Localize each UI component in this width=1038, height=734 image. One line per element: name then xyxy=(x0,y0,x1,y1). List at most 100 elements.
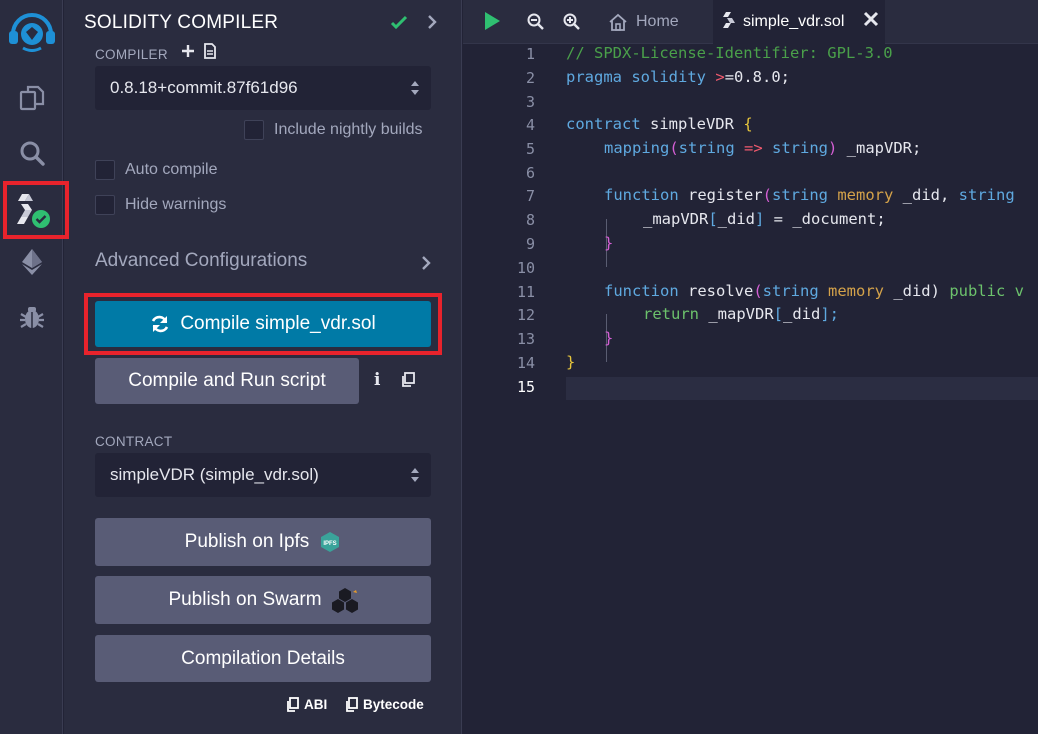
code-line-4: contract simpleVDR { xyxy=(566,115,753,133)
include-nightly-checkbox[interactable] xyxy=(244,120,264,140)
remix-ide: SOLIDITY COMPILER COMPILER 0.8.18+commit… xyxy=(0,0,1038,734)
code-token: _mapVDR xyxy=(699,305,774,323)
code-token: contract xyxy=(566,115,641,133)
code-line-12: return _mapVDR[_did]; xyxy=(643,305,839,323)
zoom-out-icon[interactable] xyxy=(527,13,544,35)
code-token: register xyxy=(678,186,763,204)
code-line-11: function resolve(string memory _did) pub… xyxy=(604,282,1024,300)
code-token: > xyxy=(715,68,725,86)
copy-icon[interactable] xyxy=(401,372,415,392)
code-token: // SPDX-License-Identifier: GPL-3.0 xyxy=(566,44,893,62)
contract-select[interactable]: simpleVDR (simple_vdr.sol) xyxy=(95,453,431,497)
publish-swarm-button[interactable]: Publish on Swarm xyxy=(95,576,431,624)
code-token: ]; xyxy=(820,305,839,323)
code-line-5: mapping(string => string) _mapVDR; xyxy=(604,139,921,157)
close-icon[interactable] xyxy=(863,11,879,32)
code-token: _mapVDR; xyxy=(837,139,922,157)
info-icon[interactable]: i xyxy=(374,370,380,390)
code-token: ( xyxy=(669,139,679,157)
run-play-icon[interactable] xyxy=(483,11,501,36)
current-line-highlight xyxy=(566,377,1038,400)
advanced-configurations[interactable]: Advanced Configurations xyxy=(95,250,435,276)
line-number-gutter: 1 2 3 4 5 6 7 8 9 10 11 12 13 14 15 xyxy=(463,44,563,734)
home-icon xyxy=(609,13,627,31)
line-number: 14 xyxy=(516,354,535,372)
search-icon[interactable] xyxy=(0,129,63,177)
bytecode-link[interactable]: Bytecode xyxy=(345,697,424,712)
solidity-compiler-panel: SOLIDITY COMPILER COMPILER 0.8.18+commit… xyxy=(64,0,462,734)
code-token: memory xyxy=(818,282,884,300)
compiler-version-value: 0.8.18+commit.87f61d96 xyxy=(110,78,298,97)
solidity-compiler-icon[interactable] xyxy=(0,186,63,234)
select-arrows-icon xyxy=(410,467,420,488)
code-token: [ xyxy=(708,210,718,228)
code-token: _did xyxy=(783,305,821,323)
copy-icon xyxy=(346,697,358,712)
line-number: 12 xyxy=(516,306,535,324)
select-arrows-icon xyxy=(410,80,420,101)
code-line-2: pragma solidity >=0.8.0; xyxy=(566,68,790,86)
line-number: 13 xyxy=(516,330,535,348)
code-token: } xyxy=(566,353,576,371)
tab-home[interactable]: Home xyxy=(608,0,679,44)
code-line-14: } xyxy=(566,353,575,371)
code-token: [ xyxy=(773,305,783,323)
contract-value: simpleVDR (simple_vdr.sol) xyxy=(110,465,319,484)
code-token: _did) xyxy=(883,282,940,300)
publish-ipfs-button[interactable]: Publish on Ipfs IPFS xyxy=(95,518,431,566)
chevron-right-icon[interactable] xyxy=(426,14,438,35)
code-area[interactable]: // SPDX-License-Identifier: GPL-3.0 prag… xyxy=(566,44,1038,734)
add-compiler-icon[interactable] xyxy=(181,44,195,63)
code-token: ] xyxy=(755,210,765,228)
copy-icon xyxy=(287,697,299,712)
include-nightly-row[interactable]: Include nightly builds xyxy=(244,120,423,140)
file-explorer-icon[interactable] xyxy=(0,74,63,122)
auto-compile-row[interactable]: Auto compile xyxy=(95,160,218,180)
auto-compile-label: Auto compile xyxy=(125,161,218,178)
compilation-details-label: Compilation Details xyxy=(181,647,345,669)
code-token: solidity xyxy=(631,68,706,86)
zoom-in-icon[interactable] xyxy=(563,13,580,35)
line-number: 11 xyxy=(516,283,535,301)
compilation-details-button[interactable]: Compilation Details xyxy=(95,635,431,682)
publish-ipfs-label: Publish on Ipfs xyxy=(184,531,310,552)
code-token: simpleVDR xyxy=(640,115,744,133)
code-token: mapping xyxy=(604,139,670,157)
compile-button[interactable]: Compile simple_vdr.sol xyxy=(95,301,431,347)
refresh-icon xyxy=(150,314,170,334)
code-token: { xyxy=(743,115,753,133)
auto-compile-checkbox[interactable] xyxy=(95,160,115,180)
tab-simple-vdr-sol[interactable]: simple_vdr.sol xyxy=(713,0,885,44)
code-editor: Home simple_vdr.sol 1 2 3 4 5 6 7 8 9 10 xyxy=(463,0,1038,734)
chevron-right-icon xyxy=(421,255,431,277)
hide-warnings-label: Hide warnings xyxy=(125,196,227,213)
code-token: ( xyxy=(753,282,763,300)
debugger-icon[interactable] xyxy=(0,293,63,341)
code-token: function xyxy=(604,282,679,300)
compile-run-script-button[interactable]: Compile and Run script xyxy=(95,358,359,404)
tab-home-label: Home xyxy=(636,13,679,30)
code-token: =0.8.0; xyxy=(724,68,791,86)
remix-logo-icon[interactable] xyxy=(0,8,63,56)
code-token: public v xyxy=(939,282,1024,300)
code-line-1: // SPDX-License-Identifier: GPL-3.0 xyxy=(566,44,893,62)
code-token: ) xyxy=(828,139,838,157)
hide-warnings-row[interactable]: Hide warnings xyxy=(95,195,226,215)
icon-rail xyxy=(0,0,63,734)
compile-run-script-label: Compile and Run script xyxy=(128,370,326,391)
deploy-run-icon[interactable] xyxy=(0,238,63,286)
code-token: memory xyxy=(828,186,894,204)
line-number-current: 15 xyxy=(516,378,535,396)
code-line-7: function register(string memory _did, st… xyxy=(604,186,1015,204)
code-token: = _document; xyxy=(764,210,886,228)
line-number: 6 xyxy=(525,164,535,182)
compiler-version-select[interactable]: 0.8.18+commit.87f61d96 xyxy=(95,66,431,110)
hide-warnings-checkbox[interactable] xyxy=(95,195,115,215)
code-token: return xyxy=(643,305,699,323)
ipfs-icon: IPFS xyxy=(319,531,341,553)
abi-link[interactable]: ABI xyxy=(286,697,327,712)
file-icon[interactable] xyxy=(204,43,216,64)
code-token: string xyxy=(762,282,819,300)
code-token: string xyxy=(678,139,735,157)
code-token: _did, xyxy=(893,186,959,204)
